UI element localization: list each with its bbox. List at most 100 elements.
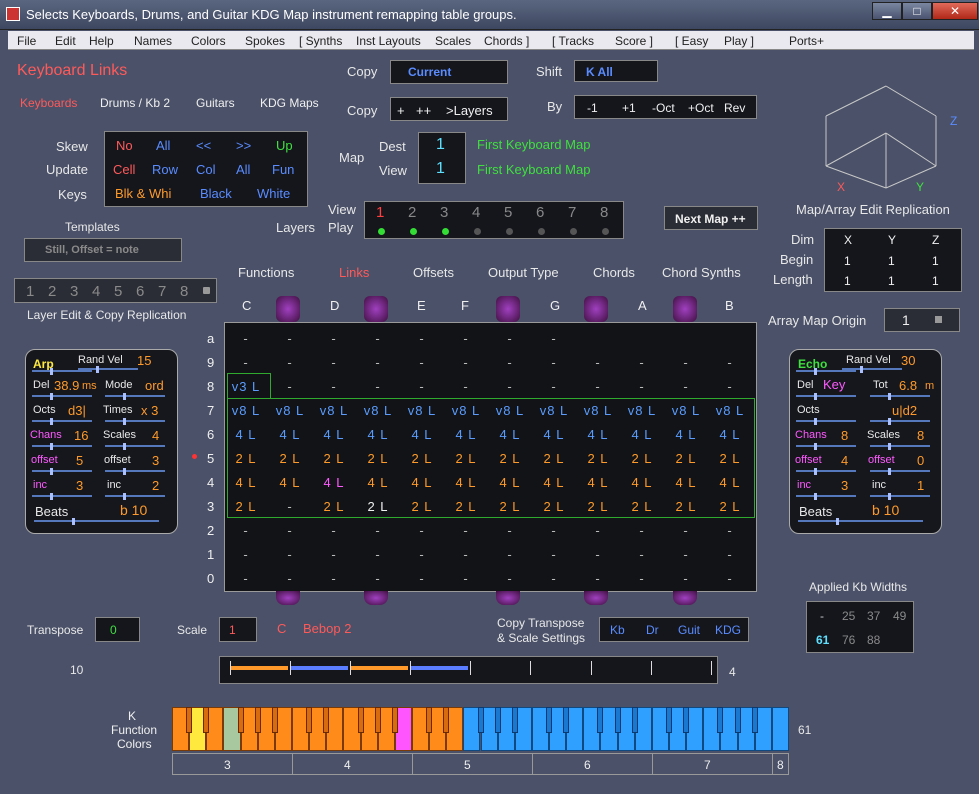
layer-play-dot-icon[interactable] (378, 228, 385, 235)
grid-cell[interactable]: 4 L (226, 475, 266, 490)
grid-cell[interactable]: - (446, 379, 486, 394)
layer-number-3[interactable]: 3 (440, 204, 448, 221)
slider-thumb[interactable] (123, 493, 126, 500)
grid-cell[interactable]: 2 L (534, 499, 574, 514)
arp-octs-value[interactable]: d3| (68, 403, 86, 418)
grid-cell[interactable]: 4 L (578, 427, 618, 442)
grid-cell[interactable]: v8 L (314, 403, 354, 418)
slider-thumb[interactable] (814, 493, 817, 500)
slider-thumb[interactable] (50, 493, 53, 500)
grid-cell[interactable]: - (446, 571, 486, 586)
grid-cell[interactable]: 2 L (666, 451, 706, 466)
grid-cell[interactable]: - (270, 331, 310, 346)
grid-cell[interactable]: - (402, 331, 442, 346)
grid-cell[interactable]: 2 L (314, 499, 354, 514)
black-key[interactable] (563, 707, 570, 733)
grid-cell[interactable]: - (622, 523, 662, 538)
menu-colors[interactable]: Colors (191, 34, 226, 48)
grid-cell[interactable]: - (270, 523, 310, 538)
slider-thumb[interactable] (123, 468, 126, 475)
echo-octs-value[interactable]: u|d2 (892, 403, 917, 418)
grid-cell[interactable]: 2 L (226, 451, 266, 466)
dest-value[interactable]: 1 (436, 136, 445, 154)
grid-cell[interactable]: 4 L (314, 427, 354, 442)
grid-cell[interactable]: 2 L (446, 499, 486, 514)
begin-y[interactable]: 1 (888, 254, 895, 268)
grid-cell[interactable]: 2 L (578, 499, 618, 514)
grid-cell[interactable]: 4 L (358, 427, 398, 442)
grid-cell[interactable]: 2 L (534, 451, 574, 466)
grid-cell[interactable]: 4 L (402, 475, 442, 490)
transpose-field[interactable] (95, 617, 140, 642)
slider-thumb[interactable] (888, 468, 891, 475)
black-key[interactable] (426, 707, 433, 733)
grid-cell[interactable]: v8 L (534, 403, 574, 418)
black-key-knob[interactable] (276, 296, 300, 322)
keys-white-button[interactable]: White (257, 186, 290, 201)
black-key[interactable] (203, 707, 210, 733)
parameter-slider[interactable] (796, 468, 856, 475)
black-key[interactable] (666, 707, 673, 733)
menu-tracks[interactable]: [ Tracks (552, 34, 594, 48)
width-37[interactable]: 37 (867, 609, 880, 623)
black-key[interactable] (443, 707, 450, 733)
parameter-slider[interactable] (34, 518, 159, 525)
menu-easy[interactable]: [ Easy (675, 34, 708, 48)
slider-thumb[interactable] (888, 393, 891, 400)
update-row-button[interactable]: Row (152, 162, 178, 177)
skew-left-button[interactable]: << (196, 138, 211, 153)
begin-x[interactable]: 1 (844, 254, 851, 268)
white-key[interactable] (771, 707, 789, 751)
tab-links[interactable]: Links (339, 265, 369, 280)
layer-play-dot-icon[interactable] (474, 228, 481, 235)
parameter-slider[interactable] (105, 493, 165, 500)
black-key-knob[interactable] (496, 296, 520, 322)
grid-cell[interactable]: 4 L (358, 475, 398, 490)
parameter-slider[interactable] (796, 493, 856, 500)
grid-cell[interactable]: 2 L (622, 451, 662, 466)
grid-cell[interactable]: - (666, 355, 706, 370)
layer-play-dot-icon[interactable] (506, 228, 513, 235)
layer-edit-8[interactable]: 8 (180, 283, 188, 300)
black-key[interactable] (271, 707, 278, 733)
grid-cell[interactable]: v8 L (226, 403, 266, 418)
parameter-slider[interactable] (105, 468, 165, 475)
black-key[interactable] (734, 707, 741, 733)
grid-cell[interactable]: v8 L (270, 403, 310, 418)
menu-help[interactable]: Help (89, 34, 114, 48)
layer-number-1[interactable]: 1 (376, 204, 384, 221)
menu-play[interactable]: Play ] (724, 34, 754, 48)
grid-cell[interactable]: - (358, 523, 398, 538)
tab-kdg-maps[interactable]: KDG Maps (260, 96, 319, 110)
arp-inc2-value[interactable]: 2 (152, 478, 159, 493)
grid-cell[interactable]: 2 L (402, 499, 442, 514)
grid-cell[interactable]: - (402, 355, 442, 370)
by-minus-oct-button[interactable]: -Oct (652, 101, 675, 115)
slider-thumb[interactable] (888, 443, 891, 450)
echo-rand-vel-value[interactable]: 30 (901, 353, 915, 368)
grid-cell[interactable]: 4 L (446, 475, 486, 490)
grid-cell[interactable]: 4 L (226, 427, 266, 442)
black-key[interactable] (477, 707, 484, 733)
black-key[interactable] (751, 707, 758, 733)
layer-number-4[interactable]: 4 (472, 204, 480, 221)
grid-cell[interactable]: 4 L (710, 427, 750, 442)
grid-cell[interactable]: v3 L (226, 379, 266, 394)
parameter-slider[interactable] (105, 393, 165, 400)
width-25[interactable]: 25 (842, 609, 855, 623)
black-key[interactable] (306, 707, 313, 733)
black-key[interactable] (546, 707, 553, 733)
grid-cell[interactable]: 4 L (666, 475, 706, 490)
slider-thumb[interactable] (50, 468, 53, 475)
black-key-knob-bottom[interactable] (276, 591, 300, 605)
grid-cell[interactable]: - (314, 379, 354, 394)
grid-cell[interactable]: 2 L (358, 451, 398, 466)
grid-cell[interactable]: 4 L (622, 475, 662, 490)
grid-cell[interactable]: - (578, 547, 618, 562)
grid-cell[interactable]: 4 L (534, 475, 574, 490)
black-key[interactable] (391, 707, 398, 733)
arp-offset2-value[interactable]: 3 (152, 453, 159, 468)
parameter-slider[interactable] (105, 443, 165, 450)
begin-z[interactable]: 1 (932, 254, 939, 268)
echo-offset2-value[interactable]: 0 (917, 453, 924, 468)
